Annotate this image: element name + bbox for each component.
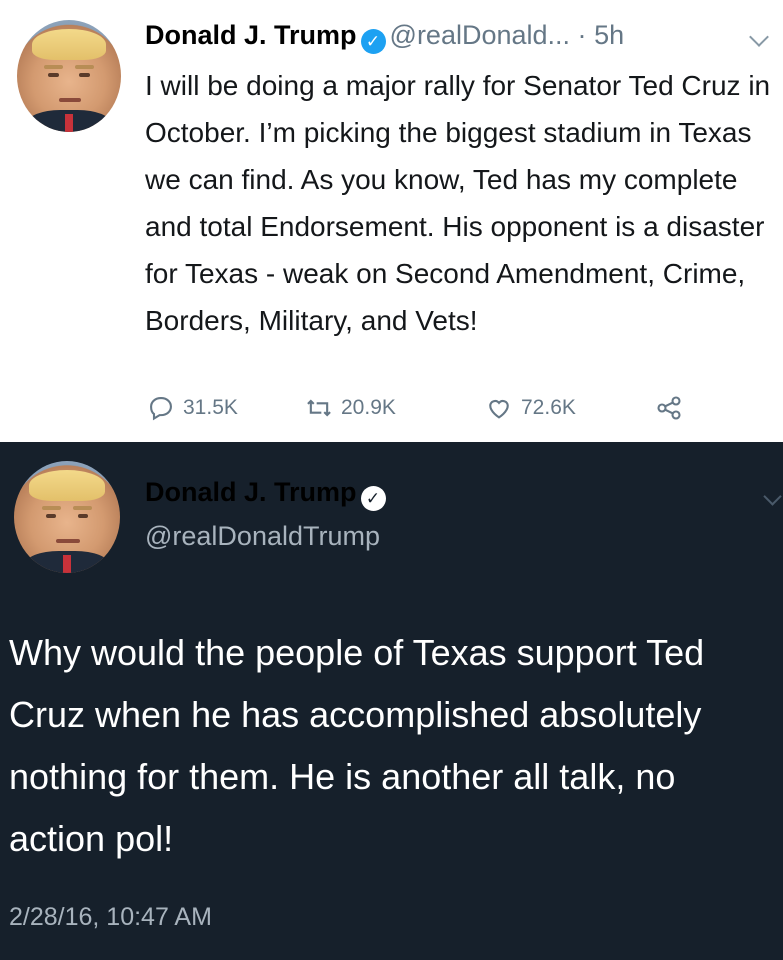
retweet-icon: [307, 399, 331, 417]
author-name[interactable]: Donald J. Trump: [145, 20, 357, 50]
author-name-text: Donald J. Trump: [145, 477, 357, 507]
verified-icon: ✓: [360, 29, 386, 54]
separator: ·: [577, 20, 587, 50]
author-handle[interactable]: @realDonaldTrump: [145, 521, 380, 552]
reply-count: 31.5K: [183, 396, 238, 419]
verified-icon: ✓: [360, 486, 386, 511]
like-icon: [489, 399, 509, 419]
reply-icon: [150, 397, 172, 421]
tweet-text: I will be doing a major rally for Senato…: [145, 70, 771, 336]
share-button[interactable]: [655, 394, 683, 422]
tweet-timestamp[interactable]: 2/28/16, 10:47 AM: [9, 903, 212, 932]
reply-button[interactable]: 31.5K: [147, 394, 238, 422]
share-icon: [657, 396, 681, 420]
like-button[interactable]: 72.6K: [485, 394, 576, 422]
retweet-count: 20.9K: [341, 396, 396, 419]
tweet-time[interactable]: 5h: [594, 20, 624, 50]
like-count: 72.6K: [521, 396, 576, 419]
tweet-header: Donald J. Trump ✓ @realDonald... · 5h: [145, 20, 624, 54]
avatar[interactable]: [14, 461, 120, 573]
author-handle[interactable]: @realDonald...: [390, 20, 571, 50]
retweet-button[interactable]: 20.9K: [305, 394, 396, 422]
author-name[interactable]: Donald J. Trump ✓: [145, 477, 390, 511]
tweet-text: Why would the people of Texas support Te…: [9, 632, 705, 859]
avatar[interactable]: [17, 20, 121, 132]
